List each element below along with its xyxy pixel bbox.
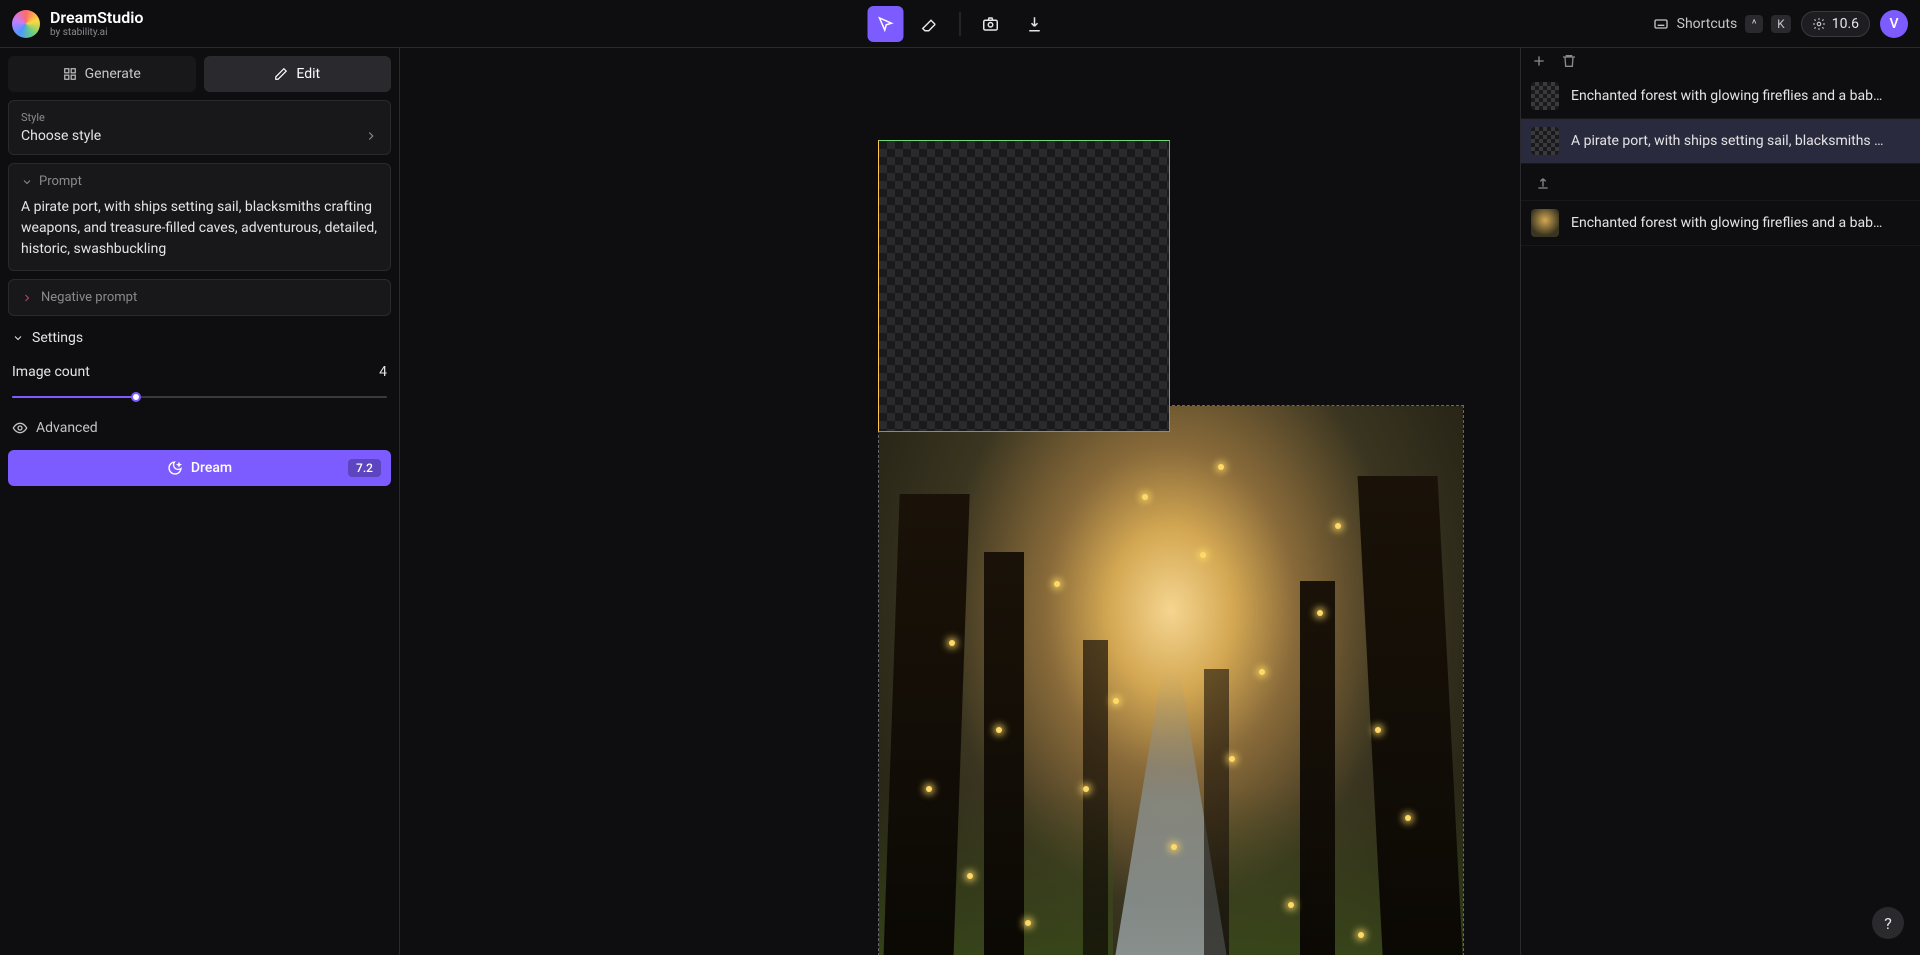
right-panel: Enchanted forest with glowing fireflies … [1520, 48, 1920, 955]
left-panel: Generate Edit Style Choose style Prompt … [0, 48, 400, 955]
canvas-image-layer[interactable] [878, 405, 1464, 955]
download-icon [1026, 15, 1044, 33]
prompt-header[interactable]: Prompt [21, 174, 378, 189]
layer-item-0[interactable]: Enchanted forest with glowing fireflies … [1521, 74, 1920, 119]
moon-sparkle-icon [167, 460, 183, 476]
layer-label: Enchanted forest with glowing fireflies … [1571, 88, 1882, 104]
layer-thumb-icon [1531, 127, 1559, 155]
canvas-area[interactable] [400, 48, 1520, 955]
dream-label: Dream [191, 460, 232, 476]
export-icon [1535, 174, 1551, 190]
generation-frame[interactable] [878, 140, 1170, 432]
credits-value: 10.6 [1832, 16, 1859, 32]
chevron-down-icon [12, 332, 24, 344]
mode-tabs: Generate Edit [8, 56, 391, 92]
help-button[interactable]: ? [1872, 907, 1904, 939]
image-count-row: Image count 4 [8, 360, 391, 384]
avatar[interactable]: V [1880, 10, 1908, 38]
advanced-toggle[interactable]: Advanced [8, 414, 391, 442]
tab-edit[interactable]: Edit [204, 56, 392, 92]
negative-prompt-section[interactable]: Negative prompt [8, 279, 391, 316]
advanced-label: Advanced [36, 420, 98, 436]
settings-header[interactable]: Settings [8, 324, 391, 352]
eye-icon [12, 420, 28, 436]
layer-thumb-icon [1531, 209, 1559, 237]
logo-icon [12, 10, 40, 38]
dream-cost: 7.2 [348, 459, 381, 477]
chevron-down-icon [21, 176, 33, 188]
credits-pill[interactable]: 10.6 [1801, 11, 1870, 37]
prompt-section: Prompt A pirate port, with ships setting… [8, 163, 391, 271]
forest-image [879, 406, 1463, 955]
layer-toolbar [1521, 48, 1920, 74]
shortcut-key-1: ^ [1745, 15, 1763, 33]
brand: DreamStudio by stability.ai [12, 9, 143, 38]
style-section: Style Choose style [8, 100, 391, 155]
shortcut-key-2: K [1771, 15, 1791, 33]
layer-item-1[interactable]: A pirate port, with ships setting sail, … [1521, 119, 1920, 164]
image-count-slider[interactable] [12, 396, 387, 398]
header-right: Shortcuts ^ K 10.6 V [1653, 10, 1908, 38]
erase-tool[interactable] [912, 6, 948, 42]
shortcuts-label: Shortcuts [1677, 16, 1738, 32]
download-tool[interactable] [1017, 6, 1053, 42]
trash-icon[interactable] [1561, 53, 1577, 69]
tab-generate-label: Generate [85, 66, 141, 82]
image-count-label: Image count [12, 364, 90, 380]
keyboard-icon [1653, 16, 1669, 32]
layer-label: Enchanted forest with glowing fireflies … [1571, 215, 1882, 231]
app-header: DreamStudio by stability.ai Shortcuts ^ … [0, 0, 1920, 48]
negative-prompt-label: Negative prompt [41, 290, 137, 305]
layer-thumb-icon [1531, 82, 1559, 110]
select-tool[interactable] [868, 6, 904, 42]
chevron-right-icon [364, 129, 378, 143]
grid-icon [63, 67, 77, 81]
pencil-icon [274, 67, 288, 81]
brand-text: DreamStudio by stability.ai [50, 9, 143, 38]
settings-label: Settings [32, 330, 83, 346]
prompt-label: Prompt [39, 174, 82, 189]
cursor-icon [877, 15, 895, 33]
style-label: Style [21, 111, 378, 124]
main: Generate Edit Style Choose style Prompt … [0, 48, 1920, 955]
camera-icon [982, 15, 1000, 33]
chevron-right-icon [21, 292, 33, 304]
shortcuts-button[interactable]: Shortcuts ^ K [1653, 15, 1791, 33]
credits-icon [1812, 17, 1826, 31]
plus-icon[interactable] [1531, 53, 1547, 69]
brand-subtitle: by stability.ai [50, 27, 143, 38]
layer-item-2[interactable]: Enchanted forest with glowing fireflies … [1521, 201, 1920, 246]
prompt-text[interactable]: A pirate port, with ships setting sail, … [21, 197, 378, 260]
eraser-icon [921, 15, 939, 33]
dream-button[interactable]: Dream 7.2 [8, 450, 391, 486]
tab-edit-label: Edit [296, 66, 320, 82]
help-label: ? [1884, 914, 1892, 933]
toolbar-divider [960, 12, 961, 36]
snapshot-tool[interactable] [973, 6, 1009, 42]
brand-name: DreamStudio [50, 9, 143, 27]
layer-label: A pirate port, with ships setting sail, … [1571, 133, 1883, 149]
style-select[interactable]: Choose style [21, 128, 378, 144]
image-count-value: 4 [379, 364, 387, 380]
style-value: Choose style [21, 128, 101, 144]
avatar-initial: V [1889, 16, 1898, 32]
canvas-toolbar [868, 6, 1053, 42]
layer-export[interactable] [1521, 164, 1920, 201]
tab-generate[interactable]: Generate [8, 56, 196, 92]
